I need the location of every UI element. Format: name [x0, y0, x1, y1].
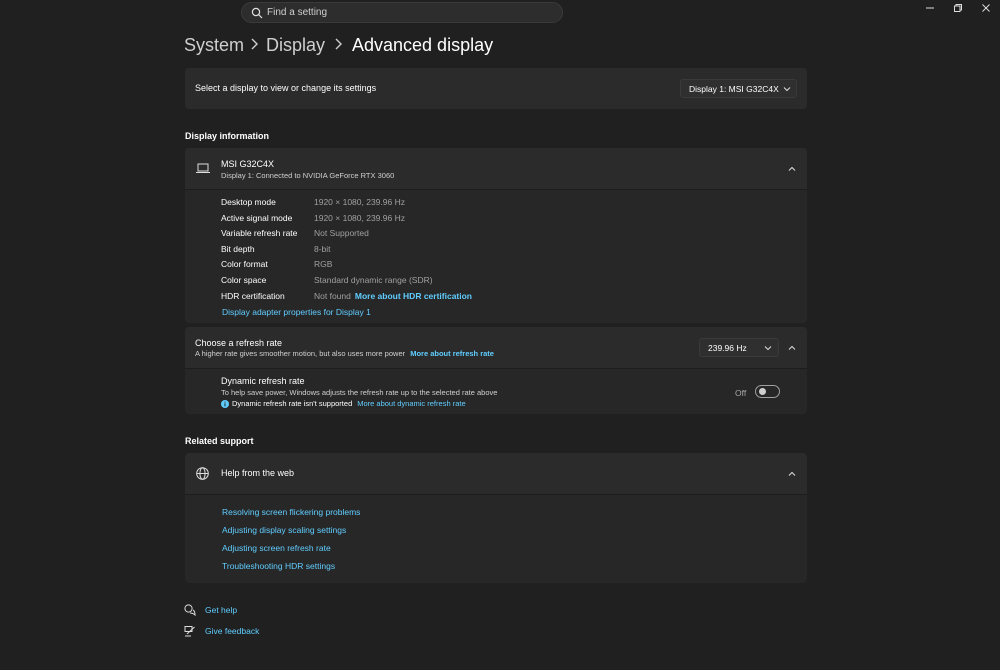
hdr-certification-link[interactable]: More about HDR certification [355, 291, 472, 301]
breadcrumb-system[interactable]: System [184, 32, 244, 58]
display-information-heading: Display information [185, 131, 270, 141]
display-adapter-properties-link[interactable]: Display adapter properties for Display 1 [222, 306, 371, 318]
get-help-icon [184, 604, 196, 616]
dynamic-refresh-warning: Dynamic refresh rate isn't supported [232, 399, 353, 408]
info-label-variable-refresh-rate: Variable refresh rate [221, 228, 298, 238]
info-label-active-signal-mode: Active signal mode [221, 213, 293, 223]
display-select-dropdown[interactable]: Display 1: MSI G32C4X [680, 79, 797, 98]
info-icon [221, 399, 229, 408]
help-from-web-title: Help from the web [221, 468, 295, 478]
select-display-label: Select a display to view or change its s… [195, 83, 377, 93]
search-box[interactable] [241, 2, 563, 23]
dynamic-refresh-rate-description: To help save power, Windows adjusts the … [221, 388, 498, 397]
info-value-desktop-mode: 1920 × 1080, 239.96 Hz [314, 197, 405, 207]
refresh-rate-description-row: A higher rate gives smoother motion, but… [195, 349, 494, 358]
info-value-bit-depth: 8-bit [314, 244, 331, 254]
give-feedback-link[interactable]: Give feedback [205, 626, 259, 636]
chevron-up-icon[interactable] [788, 471, 796, 477]
monitor-subtitle: Display 1: Connected to NVIDIA GeForce R… [221, 171, 395, 180]
display-info-details [185, 190, 807, 323]
breadcrumb-display[interactable]: Display [266, 32, 325, 58]
related-support-heading: Related support [185, 436, 254, 446]
refresh-rate-card: Choose a refresh rate A higher rate give… [185, 327, 807, 368]
minimize-icon [926, 7, 934, 9]
info-value-color-space: Standard dynamic range (SDR) [314, 275, 433, 285]
hdr-status: Not found [314, 291, 351, 301]
chevron-right-icon [335, 38, 342, 50]
dynamic-refresh-rate-title: Dynamic refresh rate [221, 376, 305, 386]
laptop-icon [196, 163, 210, 173]
info-label-color-format: Color format [221, 259, 268, 269]
more-about-dynamic-refresh-link[interactable]: More about dynamic refresh rate [357, 399, 465, 408]
help-from-web-header[interactable]: Help from the web [185, 453, 807, 494]
close-icon [982, 4, 990, 12]
toggle-knob [759, 388, 766, 395]
chevron-right-icon [251, 38, 258, 50]
chevron-down-icon [764, 346, 772, 351]
toggle-state-label: Off [735, 388, 747, 398]
refresh-rate-title: Choose a refresh rate [195, 338, 283, 348]
chevron-up-icon[interactable] [788, 166, 796, 172]
chevron-up-icon[interactable] [788, 345, 796, 351]
info-value-hdr-certification: Not found More about HDR certification [314, 290, 472, 302]
info-label-desktop-mode: Desktop mode [221, 197, 276, 207]
display-select-value: Display 1: MSI G32C4X [689, 83, 779, 94]
restore-button[interactable] [944, 0, 972, 16]
search-input[interactable] [267, 3, 557, 22]
info-value-color-format: RGB [314, 259, 333, 269]
help-link-refresh-rate[interactable]: Adjusting screen refresh rate [222, 542, 331, 554]
page-title: Advanced display [352, 34, 494, 55]
get-help-link[interactable]: Get help [205, 605, 237, 615]
help-link-screen-flickering[interactable]: Resolving screen flickering problems [222, 506, 360, 518]
minimize-button[interactable] [916, 0, 944, 16]
monitor-header[interactable]: MSI G32C4X Display 1: Connected to NVIDI… [185, 148, 807, 189]
info-value-active-signal-mode: 1920 × 1080, 239.96 Hz [314, 213, 405, 223]
dynamic-refresh-warning-row: Dynamic refresh rate isn't supported Mor… [221, 399, 466, 408]
select-display-card: Select a display to view or change its s… [185, 68, 807, 109]
search-icon [251, 7, 263, 19]
feedback-icon [184, 626, 195, 637]
close-button[interactable] [972, 0, 1000, 16]
refresh-rate-dropdown[interactable]: 239.96 Hz [699, 338, 779, 357]
refresh-rate-value: 239.96 Hz [708, 342, 747, 353]
help-link-hdr-settings[interactable]: Troubleshooting HDR settings [222, 560, 335, 572]
info-label-bit-depth: Bit depth [221, 244, 255, 254]
info-label-hdr-certification: HDR certification [221, 291, 285, 301]
monitor-name: MSI G32C4X [221, 159, 275, 169]
refresh-rate-description: A higher rate gives smoother motion, but… [195, 349, 406, 358]
chevron-down-icon [783, 87, 791, 92]
info-label-color-space: Color space [221, 275, 267, 285]
help-link-display-scaling[interactable]: Adjusting display scaling settings [222, 524, 346, 536]
dynamic-refresh-toggle[interactable] [755, 385, 780, 398]
globe-icon [196, 467, 209, 480]
restore-icon [954, 4, 962, 12]
more-about-refresh-rate-link[interactable]: More about refresh rate [410, 349, 494, 358]
info-value-variable-refresh-rate: Not Supported [314, 228, 369, 238]
